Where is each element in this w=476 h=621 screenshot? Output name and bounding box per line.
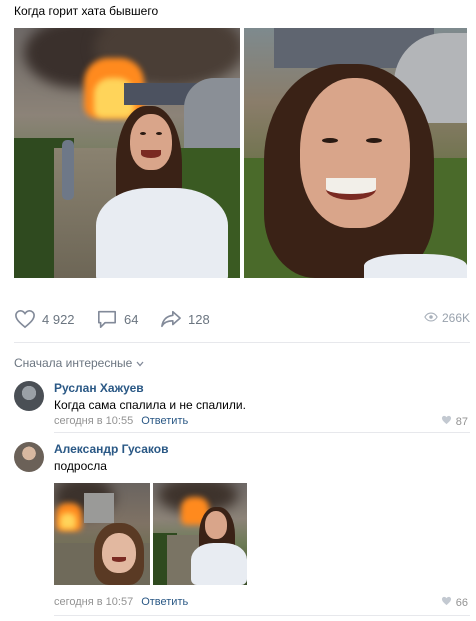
comment-item: Руслан Хажуев Когда сама спалила и не сп…	[14, 381, 470, 431]
comment-photo-2[interactable]	[153, 483, 247, 585]
post-title: Когда горит хата бывшего	[14, 4, 159, 18]
eye-icon	[424, 311, 438, 325]
reply-link[interactable]: Ответить	[141, 596, 188, 608]
chevron-down-icon	[136, 356, 144, 370]
comment-item: Александр Гусаков подросла сегодня в 10:…	[14, 442, 470, 612]
heart-icon	[14, 309, 36, 329]
comment-icon	[96, 309, 118, 329]
comment-author[interactable]: Руслан Хажуев	[54, 381, 144, 395]
divider	[54, 615, 470, 616]
comment-time[interactable]: сегодня в 10:55	[54, 415, 133, 427]
post-photo-1[interactable]	[14, 28, 240, 278]
comment-author[interactable]: Александр Гусаков	[54, 442, 168, 456]
divider	[54, 432, 470, 433]
reply-link[interactable]: Ответить	[141, 415, 188, 427]
comments-sort-dropdown[interactable]: Сначала интересные	[14, 356, 144, 370]
heart-icon	[441, 415, 452, 428]
comments-count: 64	[124, 311, 139, 327]
comment-meta: сегодня в 10:57 Ответить	[54, 596, 188, 608]
divider	[14, 342, 470, 343]
avatar[interactable]	[14, 381, 44, 411]
sort-label: Сначала интересные	[14, 356, 133, 370]
comment-like-button[interactable]: 87	[441, 415, 468, 428]
heart-icon	[441, 596, 452, 609]
post-photo-2[interactable]	[244, 28, 467, 278]
likes-count: 4 922	[42, 311, 75, 327]
comment-like-button[interactable]: 66	[441, 596, 468, 609]
comment-likes-count: 87	[455, 415, 468, 428]
post-actions: 4 922 64 128 266K	[14, 309, 470, 331]
like-button[interactable]: 4 922	[14, 309, 75, 329]
shares-count: 128	[188, 311, 210, 327]
comment-meta: сегодня в 10:55 Ответить	[54, 415, 188, 427]
share-button[interactable]: 128	[160, 309, 210, 329]
share-icon	[160, 309, 182, 329]
comment-text: подросла	[54, 459, 107, 473]
views-counter: 266K	[424, 311, 470, 325]
avatar[interactable]	[14, 442, 44, 472]
comment-time[interactable]: сегодня в 10:57	[54, 596, 133, 608]
comment-text: Когда сама спалила и не спалили.	[54, 398, 246, 412]
views-count: 266K	[441, 311, 470, 325]
comment-photo-1[interactable]	[54, 483, 150, 585]
comment-button[interactable]: 64	[96, 309, 138, 329]
comment-likes-count: 66	[455, 596, 468, 609]
